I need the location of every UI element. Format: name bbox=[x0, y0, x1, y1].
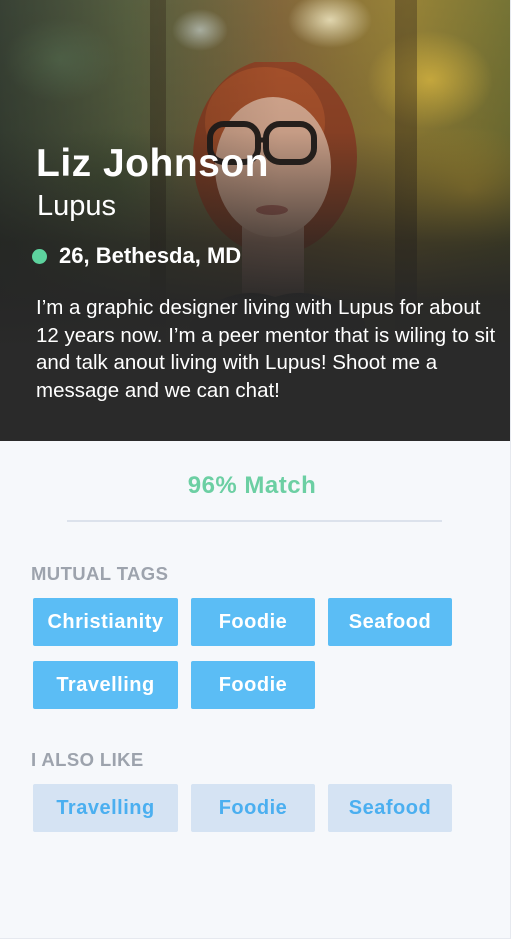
mutual-tag-chip[interactable]: Foodie bbox=[191, 661, 315, 709]
profile-card: Liz Johnson Lupus 26, Bethesda, MD I’m a… bbox=[0, 0, 510, 938]
divider bbox=[67, 520, 442, 522]
online-status-icon bbox=[32, 248, 47, 264]
also-like-tag-chip[interactable]: Seafood bbox=[328, 784, 452, 832]
profile-condition: Lupus bbox=[37, 190, 117, 222]
also-like-tag-chip[interactable]: Travelling bbox=[33, 784, 178, 832]
mutual-tag-chip[interactable]: Christianity bbox=[33, 598, 178, 646]
also-like-tag-chip[interactable]: Foodie bbox=[191, 784, 315, 832]
profile-location: 26, Bethesda, MD bbox=[59, 243, 242, 268]
profile-location-row: 26, Bethesda, MD bbox=[32, 243, 241, 269]
mutual-tag-chip[interactable]: Foodie bbox=[191, 598, 315, 646]
match-percentage: 96% Match bbox=[187, 472, 317, 499]
profile-bio: I’m a graphic designer living with Lupus… bbox=[36, 296, 496, 402]
mutual-tag-chip[interactable]: Travelling bbox=[33, 661, 178, 709]
mutual-tags-title: MUTUAL TAGS bbox=[31, 563, 169, 584]
mutual-tag-chip[interactable]: Seafood bbox=[328, 598, 452, 646]
profile-hero: Liz Johnson Lupus 26, Bethesda, MD I’m a… bbox=[0, 0, 510, 441]
also-like-title: I ALSO LIKE bbox=[31, 749, 144, 770]
profile-name: Liz Johnson bbox=[36, 142, 269, 185]
